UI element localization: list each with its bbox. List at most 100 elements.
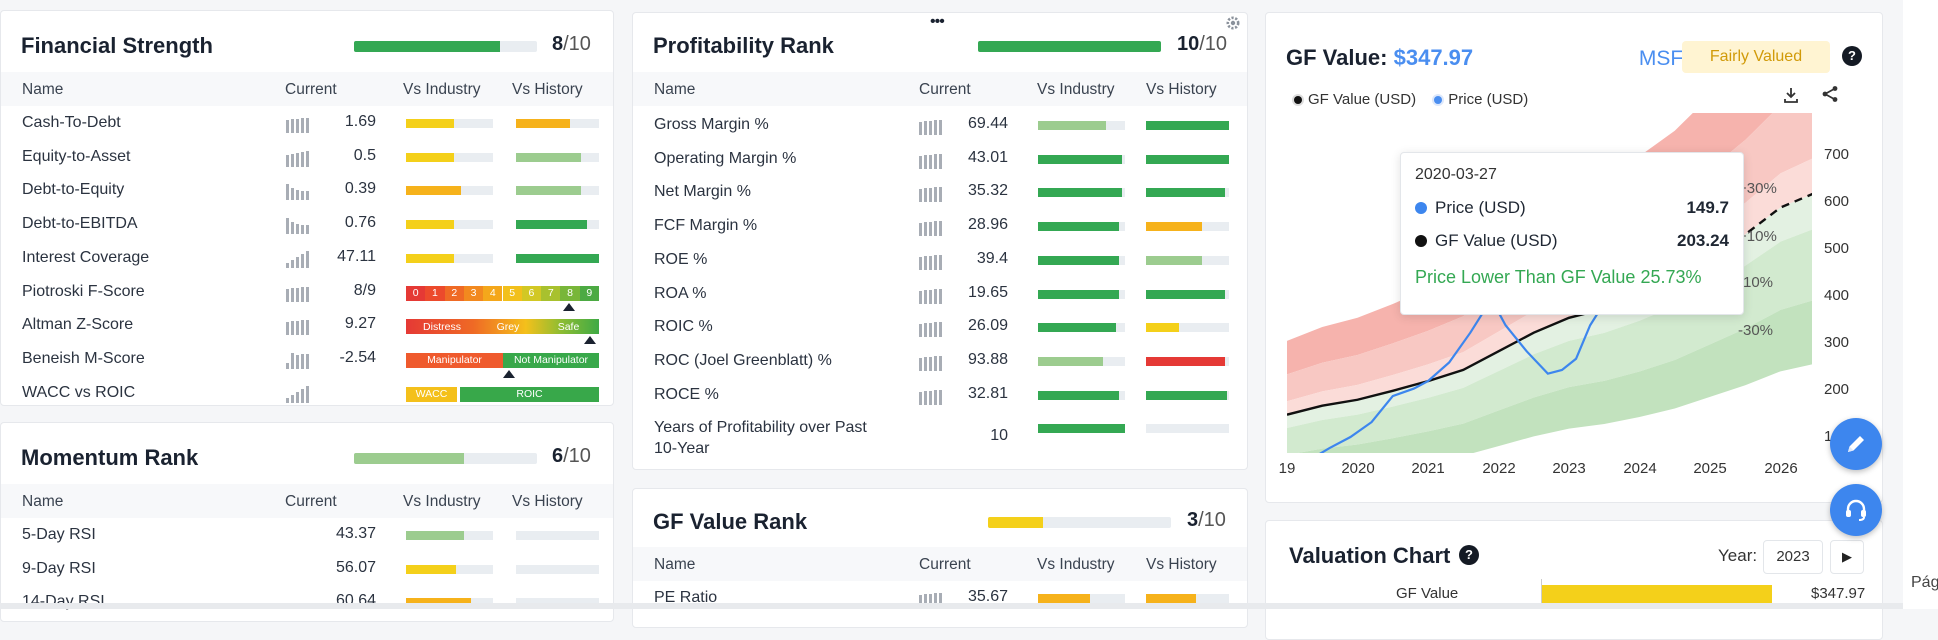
table-row[interactable]: ROCE % 32.81	[633, 378, 1247, 411]
play-button[interactable]: ▶	[1830, 540, 1864, 574]
metric-value: 56.07	[335, 558, 376, 576]
history-sparkline-icon[interactable]	[286, 115, 312, 133]
momentum-rank-bar	[354, 453, 537, 464]
history-sparkline-icon[interactable]	[286, 149, 312, 167]
table-row[interactable]: PE Ratio 35.67	[633, 581, 1247, 614]
table-row[interactable]: FCF Margin % 28.96	[633, 209, 1247, 242]
metric-name: Beneish M-Score	[22, 349, 145, 367]
metric-value: 93.88	[967, 350, 1008, 368]
history-sparkline-icon[interactable]	[286, 250, 312, 268]
valuation-help-icon[interactable]: ?	[1459, 545, 1479, 565]
vs-industry-bar	[1038, 154, 1125, 164]
page-edge-label: Pág	[1911, 574, 1938, 592]
band-percent-label: -30%	[1738, 322, 1773, 339]
y-axis-tick-label: 500	[1824, 240, 1849, 257]
history-sparkline-icon[interactable]	[286, 351, 312, 369]
metric-name: ROE %	[654, 250, 708, 268]
x-axis-tick-label: 2022	[1482, 460, 1515, 477]
metric-name: Net Margin %	[654, 183, 751, 201]
table-row[interactable]: ROA % 19.65	[633, 277, 1247, 310]
metric-name: Operating Margin %	[654, 149, 797, 167]
history-sparkline-icon[interactable]	[919, 184, 945, 203]
tooltip-price-row: Price (USD) 149.7	[1415, 198, 1729, 218]
x-axis-tick-label: 2024	[1623, 460, 1656, 477]
history-sparkline-icon[interactable]	[919, 286, 945, 304]
metric-value: 32.81	[967, 384, 1008, 402]
metric-value: 28.96	[967, 216, 1008, 234]
history-sparkline-icon[interactable]	[919, 353, 945, 371]
financial-strength-rank-bar	[354, 41, 537, 52]
financial-strength-card: Financial Strength 8/10 Name Current Vs …	[0, 10, 614, 406]
metric-value: 19.65	[967, 283, 1008, 301]
table-row[interactable]: Debt-to-Equity 0.39	[1, 173, 613, 206]
piotroski-segment: 2	[444, 285, 464, 301]
history-sparkline-icon[interactable]	[919, 218, 945, 237]
profitability-rank-bar	[978, 41, 1161, 52]
financial-strength-score: 8/10	[552, 33, 591, 55]
history-sparkline-icon[interactable]	[286, 182, 312, 201]
profitability-table-header: Name Current Vs Industry Vs History	[633, 72, 1247, 106]
vs-industry-bar	[1038, 188, 1125, 198]
history-sparkline-icon[interactable]	[919, 117, 945, 135]
table-row[interactable]: ROIC % 26.09	[633, 310, 1247, 343]
settings-gear-icon[interactable]	[1225, 15, 1241, 31]
tooltip-gf-value: 203.24	[1677, 231, 1729, 250]
table-row[interactable]: Interest Coverage 47.11	[1, 241, 613, 274]
table-row[interactable]: ROC (Joel Greenblatt) % 93.88	[633, 344, 1247, 377]
metric-value: 8/9	[353, 281, 376, 299]
support-fab-button[interactable]	[1830, 484, 1882, 536]
gf-value-card: GF Value: $347.97 MSFT Fairly Valued ? G…	[1265, 12, 1883, 503]
chart-tooltip: 2020-03-27 Price (USD) 149.7 GF Value (U…	[1400, 152, 1744, 315]
piotroski-segment: 7	[541, 285, 561, 301]
year-select[interactable]: 2023	[1763, 540, 1823, 574]
y-axis-tick-label: 600	[1824, 193, 1849, 210]
metric-value: 26.09	[967, 317, 1008, 335]
history-sparkline-icon[interactable]	[919, 151, 945, 169]
table-row[interactable]: Piotroski F-Score 8/9 0 1 2 3 4 5 6 7 8 9	[1, 275, 613, 311]
table-row[interactable]: 5-Day RSI 43.37	[1, 518, 613, 551]
x-axis-tick-label: 2025	[1693, 460, 1726, 477]
history-sparkline-icon[interactable]	[286, 216, 312, 235]
table-row[interactable]: Net Margin % 35.32	[633, 175, 1247, 208]
table-row[interactable]: Cash-To-Debt 1.69	[1, 106, 613, 139]
valuation-bar-fill	[1542, 585, 1772, 605]
bottom-scrollbar[interactable]	[0, 603, 1903, 609]
right-edge-panel	[1903, 0, 1938, 609]
piotroski-segment: 1	[425, 285, 445, 301]
table-row[interactable]: Operating Margin % 43.01	[633, 142, 1247, 175]
altman-label: Distress	[423, 320, 461, 333]
history-sparkline-icon[interactable]	[286, 317, 312, 336]
beneish-not-manipulator: Not Manipulator	[503, 352, 599, 368]
history-sparkline-icon[interactable]	[919, 252, 945, 270]
vs-industry-bar	[1038, 356, 1125, 366]
financial-strength-table-header: Name Current Vs Industry Vs History	[1, 72, 613, 106]
table-row[interactable]: WACC vs ROIC WACC ROIC	[1, 376, 613, 405]
table-row[interactable]: 9-Day RSI 56.07	[1, 552, 613, 585]
table-row[interactable]: Years of Profitability over Past 10-Year 1…	[633, 411, 1247, 457]
table-row[interactable]: ROE % 39.4	[633, 243, 1247, 276]
metric-name: ROCE %	[654, 385, 719, 403]
metric-name: Interest Coverage	[22, 248, 150, 266]
history-sparkline-icon[interactable]	[286, 284, 312, 302]
vs-history-bar	[516, 119, 599, 128]
table-row[interactable]: Equity-to-Asset 0.5	[1, 140, 613, 173]
card-menu-dots[interactable]: •••	[930, 13, 945, 31]
table-row[interactable]: Beneish M-Score -2.54 Manipulator Not Manip…	[1, 342, 613, 378]
vs-history-bar	[1146, 323, 1229, 333]
vs-industry-bar	[406, 220, 493, 230]
history-sparkline-icon[interactable]	[919, 319, 945, 338]
gf-value-rank-table-header: Name Current Vs Industry Vs History	[633, 547, 1247, 581]
metric-name: FCF Margin %	[654, 217, 758, 235]
history-sparkline-icon[interactable]	[286, 385, 312, 403]
table-row[interactable]: Debt-to-EBITDA 0.76	[1, 207, 613, 240]
table-row[interactable]: 14-Day RSI 60.64	[1, 585, 613, 618]
table-row[interactable]: Altman Z-Score 9.27 Distress Grey Safe	[1, 308, 613, 345]
x-axis-tick-label: 2026	[1764, 460, 1797, 477]
valuation-row-value: $347.97	[1811, 585, 1866, 602]
table-row[interactable]: Gross Margin % 69.44	[633, 108, 1247, 141]
beneish-manipulator: Manipulator	[406, 352, 503, 368]
history-sparkline-icon[interactable]	[919, 387, 945, 405]
edit-fab-button[interactable]	[1830, 418, 1882, 470]
vs-history-bar	[1146, 424, 1229, 434]
y-axis-tick-label: 700	[1824, 146, 1849, 163]
